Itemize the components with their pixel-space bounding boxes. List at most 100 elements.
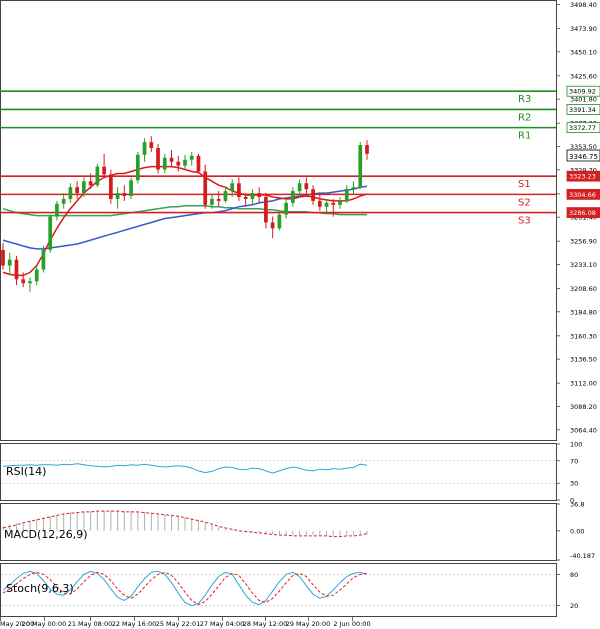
y-tick-label: 3256.90 (570, 238, 597, 246)
stoch-tick-label: 20 (570, 602, 578, 610)
candle-body (176, 161, 181, 166)
rsi-y-axis: 10070300 (556, 441, 582, 505)
macd-tick-label: 36.8 (570, 501, 584, 509)
rsi-tick-label: 30 (570, 480, 578, 488)
candle-body (216, 198, 221, 201)
level-name-r2: R2 (518, 112, 531, 123)
stoch-panel (0, 563, 557, 617)
candle-body (115, 193, 120, 199)
candle-body (203, 171, 208, 205)
candle-body (243, 196, 248, 199)
y-tick-label: 3233.10 (570, 261, 597, 269)
candle-body (88, 181, 93, 186)
candle-body (264, 196, 268, 223)
macd-y-axis: 36.8 0.00 -40.187 (556, 501, 595, 561)
candle-body (28, 281, 32, 284)
level-price-label: 3286.08 (569, 209, 596, 217)
y-tick-label: 3112.00 (570, 380, 597, 388)
candle-body (122, 193, 127, 197)
candle-body (162, 157, 167, 170)
candle-body (48, 216, 53, 250)
y-tick-label: 3136.50 (570, 356, 597, 364)
level-name-r3: R3 (518, 94, 531, 105)
candle-body (169, 157, 174, 162)
y-tick-label: 3425.60 (570, 72, 597, 80)
x-tick-label: 27 May 04:00 (200, 620, 245, 628)
candle-body (75, 187, 80, 194)
candle-body (41, 249, 46, 270)
level-price-label: 3304.66 (569, 191, 596, 199)
level-name-s2: S2 (518, 197, 531, 208)
candle-body (34, 269, 39, 282)
x-tick-label: 25 May 22:01 (156, 620, 201, 628)
level-price-label: 3391.34 (569, 106, 596, 114)
y-tick-label: 3473.90 (570, 25, 597, 33)
candle-body (250, 193, 255, 199)
y-tick-label: 3064.40 (570, 426, 597, 434)
current-price-tag: 3346.75 (566, 149, 600, 162)
candle-body (102, 166, 106, 175)
candle-body (331, 202, 336, 205)
y-tick-label: 3184.80 (570, 308, 597, 316)
candle-body (55, 203, 59, 217)
candle-body (338, 200, 342, 205)
candle-body (284, 202, 288, 215)
x-tick-label: 29 May 20:00 (286, 620, 331, 628)
candle-body (95, 166, 100, 186)
candle-body (358, 145, 363, 188)
macd-tick-label: -40.187 (570, 552, 595, 560)
level-price-label: 3372.77 (569, 124, 596, 132)
candle-body (324, 202, 329, 207)
level-price-label: 3323.23 (569, 173, 596, 181)
x-tick-label: 22 May 16:00 (112, 620, 157, 628)
y-tick-label: 3160.30 (570, 332, 597, 340)
candle-body (196, 155, 201, 172)
candle-body (129, 180, 133, 197)
candle-body (237, 183, 241, 197)
level-name-s3: S3 (518, 216, 531, 227)
candle-body (156, 147, 160, 170)
candle-body (304, 183, 309, 190)
candle-body (61, 198, 66, 204)
candle-body (317, 200, 322, 207)
level-name-s1: S1 (518, 179, 531, 190)
x-tick-label: 28 May 12:00 (243, 620, 288, 628)
rsi-panel (0, 443, 557, 501)
y-tick-label: 3498.40 (570, 1, 597, 9)
level-price-label: 3409.92 (569, 88, 596, 96)
candle-body (223, 191, 228, 201)
candle-body (270, 222, 275, 229)
candle-body (135, 154, 140, 181)
y-tick-label: 3401.80 (570, 96, 597, 104)
y-tick-label: 3450.10 (570, 48, 597, 56)
level-name-r1: R1 (518, 131, 531, 142)
y-tick-label: 3208.60 (570, 285, 597, 293)
stoch-y-axis: 80 20 (556, 571, 578, 610)
x-tick-label: 20 May 00:00 (22, 620, 67, 628)
candle-body (257, 193, 262, 197)
candle-body (311, 189, 315, 201)
rsi-label: RSI(14) (6, 465, 46, 478)
candle-body (277, 214, 282, 229)
rsi-tick-label: 100 (570, 441, 582, 449)
candle-body (7, 259, 12, 266)
candle-body (14, 259, 19, 280)
x-tick-label: 21 May 08:00 (68, 620, 113, 628)
candle-body (351, 187, 356, 190)
candle-body (344, 189, 349, 201)
macd-tick-label: 0.00 (570, 527, 584, 535)
chart-svg: 3498.403473.903450.103425.603401.803377.… (0, 0, 600, 628)
candle-body (365, 145, 369, 154)
x-tick-label: 2 Jun 00:00 (333, 620, 370, 628)
candle-body (82, 181, 86, 194)
candle-body (142, 142, 147, 155)
stoch-tick-label: 80 (570, 571, 578, 579)
candle-body (1, 249, 5, 266)
candle-body (230, 183, 235, 192)
candle-body (189, 155, 194, 160)
candle-body (149, 142, 154, 148)
stoch-label: Stoch(9,6,3) (6, 582, 74, 595)
candle-body (290, 191, 295, 203)
candle-body (183, 159, 187, 166)
y-tick-label: 3088.20 (570, 403, 597, 411)
